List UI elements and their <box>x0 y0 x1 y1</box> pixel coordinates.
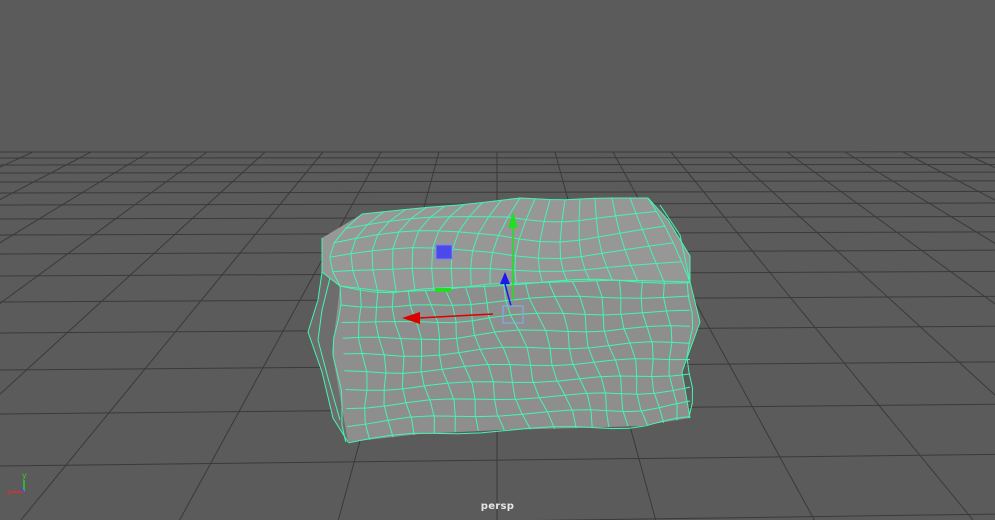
3d-viewport[interactable]: persp y x <box>0 0 995 520</box>
grid-line <box>0 151 34 168</box>
mesh-object[interactable] <box>307 197 701 444</box>
grid-line <box>20 151 324 520</box>
axis-orientation-indicator: y x <box>7 471 27 496</box>
xy-plane-handle[interactable] <box>435 288 451 292</box>
scene-canvas[interactable] <box>0 0 995 520</box>
grid-line <box>902 151 995 201</box>
grid-line <box>670 151 974 520</box>
axis-y-label: y <box>22 471 27 480</box>
grid-line <box>786 151 995 305</box>
grid-line <box>960 151 995 169</box>
camera-name-label: persp <box>480 501 515 512</box>
grid-line <box>844 151 995 244</box>
xz-plane-handle[interactable] <box>435 244 453 260</box>
axis-x-label: x <box>7 488 12 496</box>
